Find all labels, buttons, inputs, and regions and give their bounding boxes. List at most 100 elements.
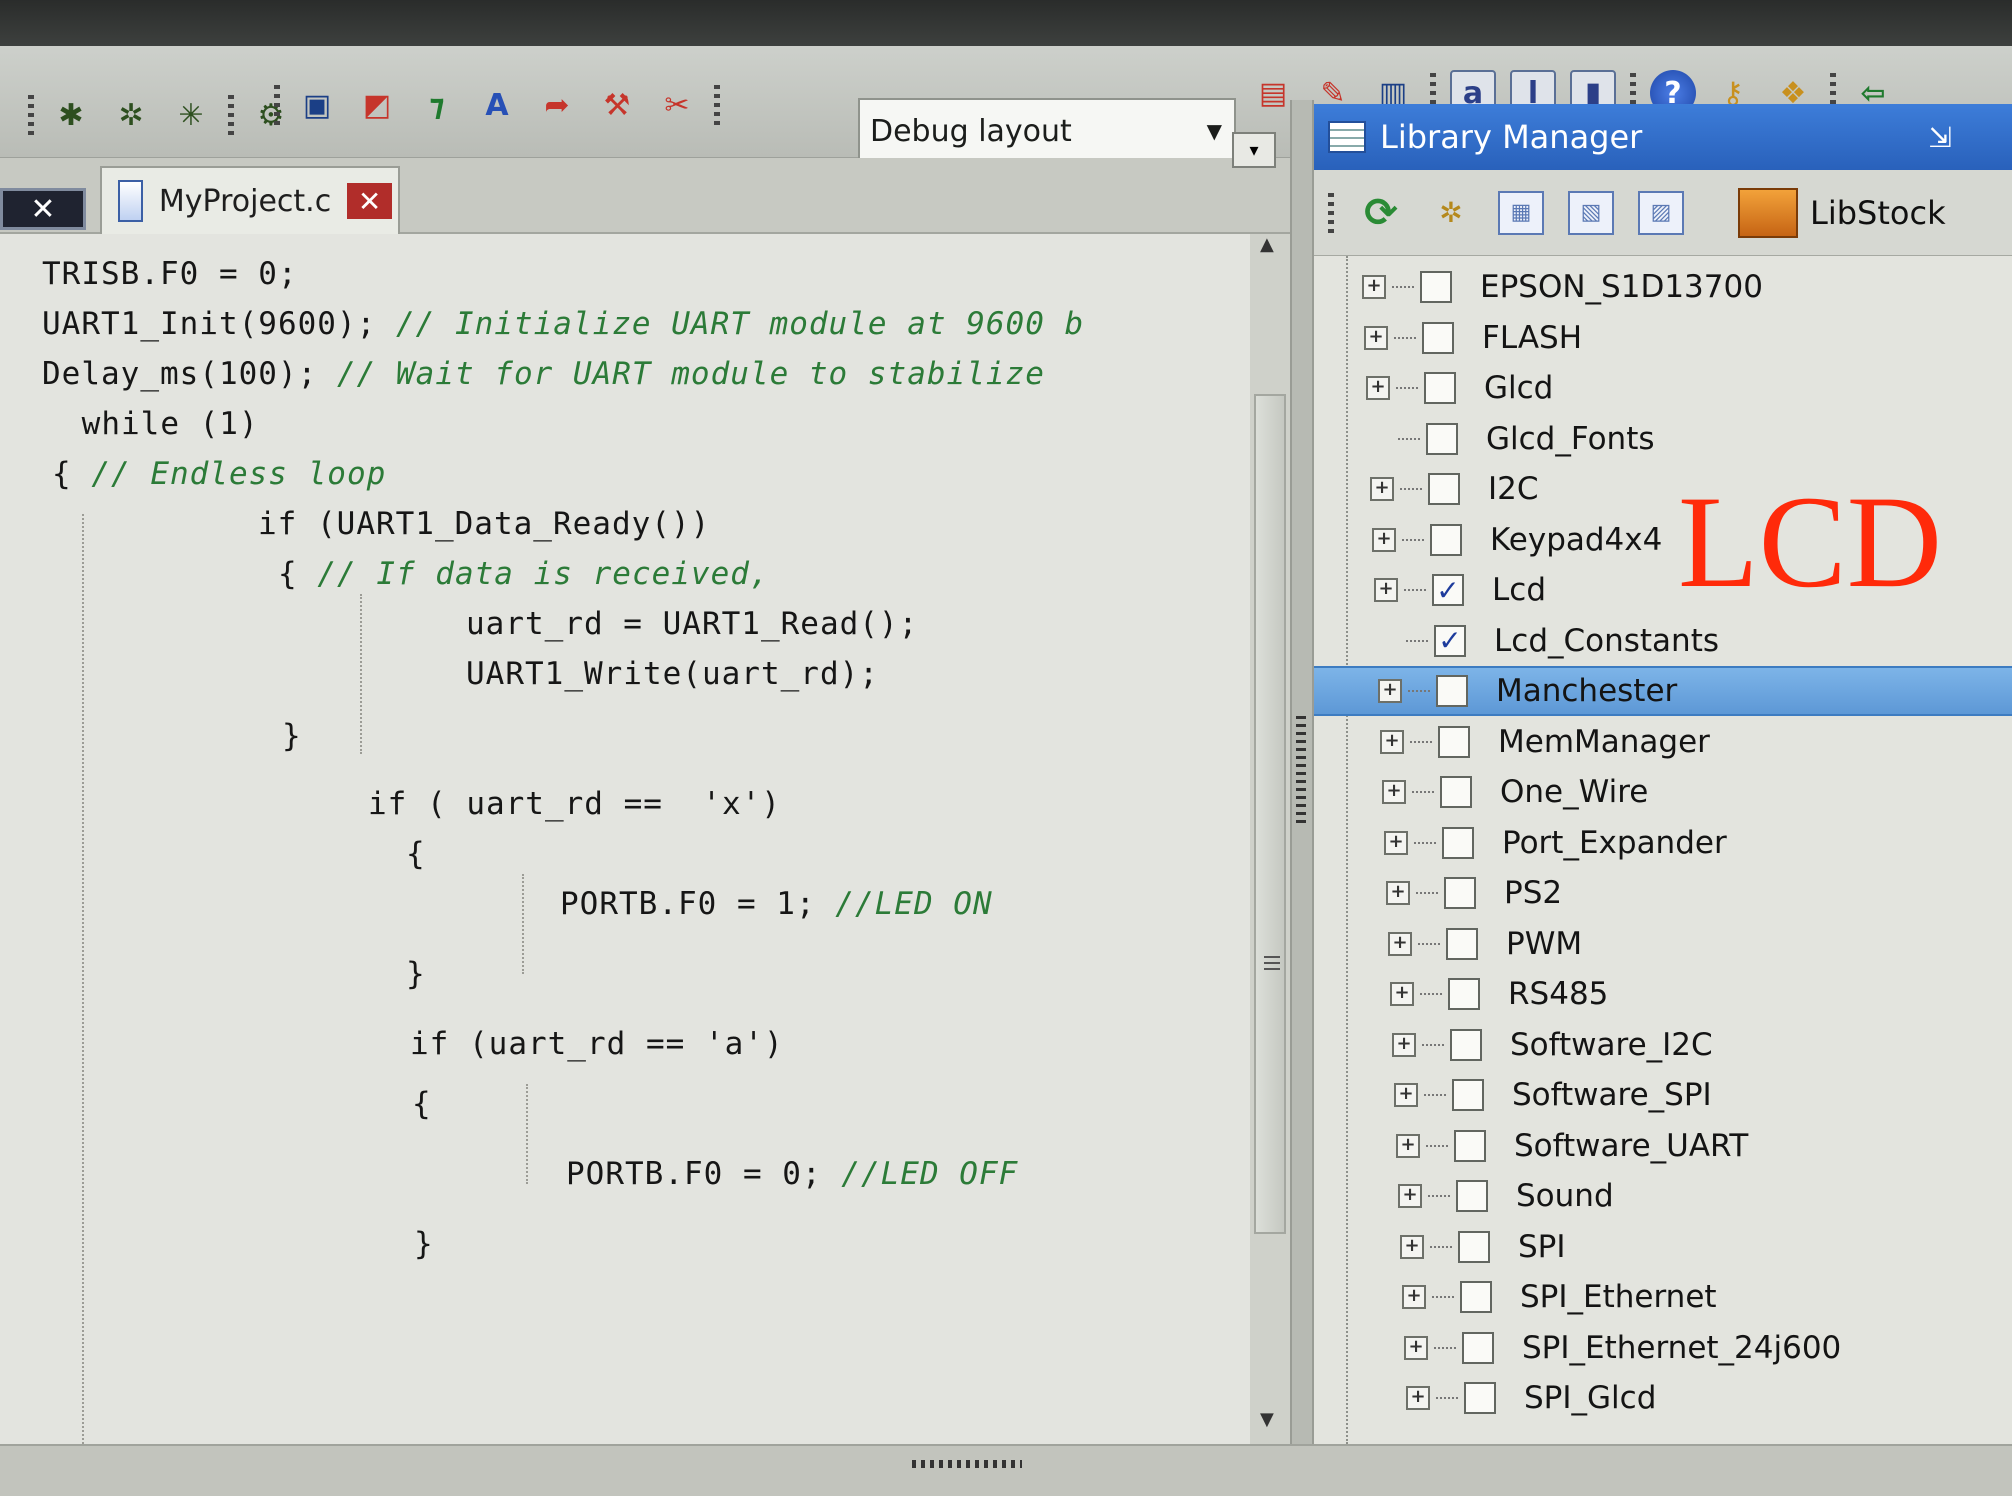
expand-icon[interactable]: + — [1398, 1184, 1422, 1208]
usart-terminal-icon[interactable]: ▣ — [294, 82, 340, 128]
library-item[interactable]: + PWM — [1314, 919, 2012, 969]
libstock-button[interactable]: LibStock — [1738, 187, 1946, 238]
expand-icon[interactable]: + — [1390, 982, 1414, 1006]
toolbar-grip[interactable] — [228, 95, 234, 135]
expand-icon[interactable]: + — [1382, 780, 1406, 804]
checkbox[interactable] — [1438, 725, 1470, 758]
expand-icon[interactable]: + — [1388, 931, 1412, 956]
expand-icon[interactable]: + — [1394, 1083, 1418, 1107]
checkbox[interactable] — [1446, 927, 1478, 960]
expand-icon[interactable]: + — [1402, 1285, 1426, 1309]
checkbox[interactable] — [1422, 321, 1454, 354]
checkbox[interactable] — [1420, 271, 1452, 303]
scroll-down-icon[interactable]: ▼ — [1260, 1409, 1274, 1430]
splitter-grip[interactable] — [1296, 716, 1306, 826]
expand-icon[interactable]: + — [1378, 679, 1402, 703]
tab-close-icon[interactable]: ✕ — [347, 183, 392, 219]
layout-dropdown[interactable]: Debug layout ▼ — [858, 98, 1236, 164]
restore-icon[interactable]: ▨ — [1638, 190, 1684, 235]
library-item[interactable]: +✓Lcd_Constants — [1314, 616, 2012, 666]
library-item[interactable]: + Port_Expander — [1314, 818, 2012, 868]
checkbox[interactable] — [1464, 1382, 1496, 1414]
expand-icon[interactable]: + — [1364, 325, 1388, 350]
font-editor-icon[interactable]: A — [474, 82, 520, 128]
checkbox[interactable] — [1458, 1230, 1490, 1263]
library-item-label: Lcd — [1492, 572, 1546, 608]
checkbox[interactable] — [1448, 978, 1480, 1010]
expand-icon[interactable]: + — [1372, 527, 1396, 552]
scroll-thumb[interactable] — [1254, 394, 1286, 1234]
check-all-icon[interactable]: ▦ — [1498, 190, 1544, 235]
tools-icon[interactable]: ⚒ — [594, 82, 640, 128]
build-all-icon[interactable]: ✲ — [108, 92, 154, 138]
export-icon[interactable]: ➦ — [534, 82, 580, 128]
expand-icon[interactable]: + — [1392, 1032, 1416, 1057]
expand-icon[interactable]: + — [1370, 477, 1394, 501]
chevron-down-icon[interactable]: ▼ — [1207, 119, 1222, 143]
library-item[interactable]: + SPI_Ethernet_24j600 — [1314, 1323, 2012, 1373]
checkbox[interactable] — [1454, 1129, 1486, 1162]
toolbar-grip[interactable] — [714, 85, 720, 125]
checkbox[interactable] — [1440, 776, 1472, 808]
checkbox[interactable] — [1436, 675, 1468, 707]
pin-icon[interactable]: ⇲ — [1929, 121, 1952, 154]
checkbox[interactable] — [1462, 1331, 1494, 1364]
expand-icon[interactable]: + — [1366, 376, 1390, 400]
checkbox[interactable] — [1456, 1180, 1488, 1212]
library-item[interactable]: +Glcd_Fonts — [1314, 414, 2012, 464]
library-item[interactable]: + SPI_Glcd — [1314, 1373, 2012, 1423]
expand-icon[interactable]: + — [1374, 578, 1398, 602]
seven-segment-icon[interactable]: ⁊ — [414, 82, 460, 128]
scroll-up-icon[interactable]: ▲ — [1260, 234, 1274, 255]
checkbox[interactable] — [1452, 1079, 1484, 1111]
checkbox[interactable] — [1430, 523, 1462, 556]
library-item[interactable]: + One_Wire — [1314, 767, 2012, 817]
toolbar-grip[interactable] — [28, 95, 34, 135]
checkbox[interactable] — [1424, 372, 1456, 404]
checkbox[interactable] — [1428, 473, 1460, 505]
build-project-icon[interactable]: ✳ — [168, 92, 214, 138]
code-editor[interactable]: TRISB.F0 = 0; UART1_Init(9600); // Initia… — [0, 234, 1250, 1444]
library-item[interactable]: + Software_I2C — [1314, 1020, 2012, 1070]
checkbox[interactable] — [1460, 1281, 1492, 1313]
expand-icon[interactable]: + — [1362, 275, 1386, 299]
editor-vertical-scrollbar[interactable]: ▲ ▼ — [1250, 234, 1290, 1444]
rebuild-icon[interactable]: ✲ — [1428, 191, 1474, 235]
refresh-icon[interactable]: ⟳ — [1358, 190, 1404, 236]
library-item[interactable]: + EPSON_S1D13700 — [1314, 262, 2012, 312]
library-item[interactable]: + Software_SPI — [1314, 1070, 2012, 1120]
checkbox[interactable] — [1442, 826, 1474, 859]
expand-icon[interactable]: + — [1380, 729, 1404, 754]
toolbar-grip[interactable] — [274, 85, 280, 125]
build-icon[interactable]: ✱ — [48, 92, 94, 138]
expand-icon[interactable]: + — [1386, 881, 1410, 905]
expand-icon[interactable]: + — [1406, 1386, 1430, 1410]
checkbox[interactable] — [1426, 422, 1458, 455]
library-item[interactable]: + RS485 — [1314, 969, 2012, 1019]
library-item[interactable]: + MemManager — [1314, 717, 2012, 767]
expand-icon[interactable]: + — [1400, 1234, 1424, 1259]
library-item[interactable]: + SPI — [1314, 1222, 2012, 1272]
clear-all-icon[interactable]: ▧ — [1568, 190, 1614, 235]
checkbox-checked[interactable]: ✓ — [1434, 624, 1466, 657]
toolbar-grip[interactable] — [1328, 192, 1334, 233]
tab-myproject[interactable]: MyProject.c ✕ — [100, 166, 400, 234]
library-item[interactable]: + SPI_Ethernet — [1314, 1272, 2012, 1322]
ascii-chart-icon[interactable]: ◩ — [354, 82, 400, 128]
checkbox[interactable] — [1444, 877, 1476, 909]
library-item[interactable]: + Sound — [1314, 1171, 2012, 1221]
checkbox[interactable] — [1450, 1028, 1482, 1061]
library-item[interactable]: + FLASH — [1314, 313, 2012, 363]
expand-icon[interactable]: + — [1396, 1133, 1420, 1158]
expand-icon[interactable]: + — [1384, 830, 1408, 855]
panel-menu-button[interactable]: ▾ — [1232, 132, 1276, 168]
close-icon[interactable]: ✕ — [0, 188, 86, 230]
checkbox-checked[interactable]: ✓ — [1432, 574, 1464, 607]
bottom-splitter-grip[interactable] — [912, 1460, 1022, 1468]
library-item[interactable]: + PS2 — [1314, 868, 2012, 918]
library-item[interactable]: + Software_UART — [1314, 1121, 2012, 1171]
library-item[interactable]: + Glcd — [1314, 363, 2012, 413]
options-icon[interactable]: ✂ — [654, 82, 700, 128]
expand-icon[interactable]: + — [1404, 1335, 1428, 1360]
library-item[interactable]: + Manchester — [1314, 666, 2012, 716]
